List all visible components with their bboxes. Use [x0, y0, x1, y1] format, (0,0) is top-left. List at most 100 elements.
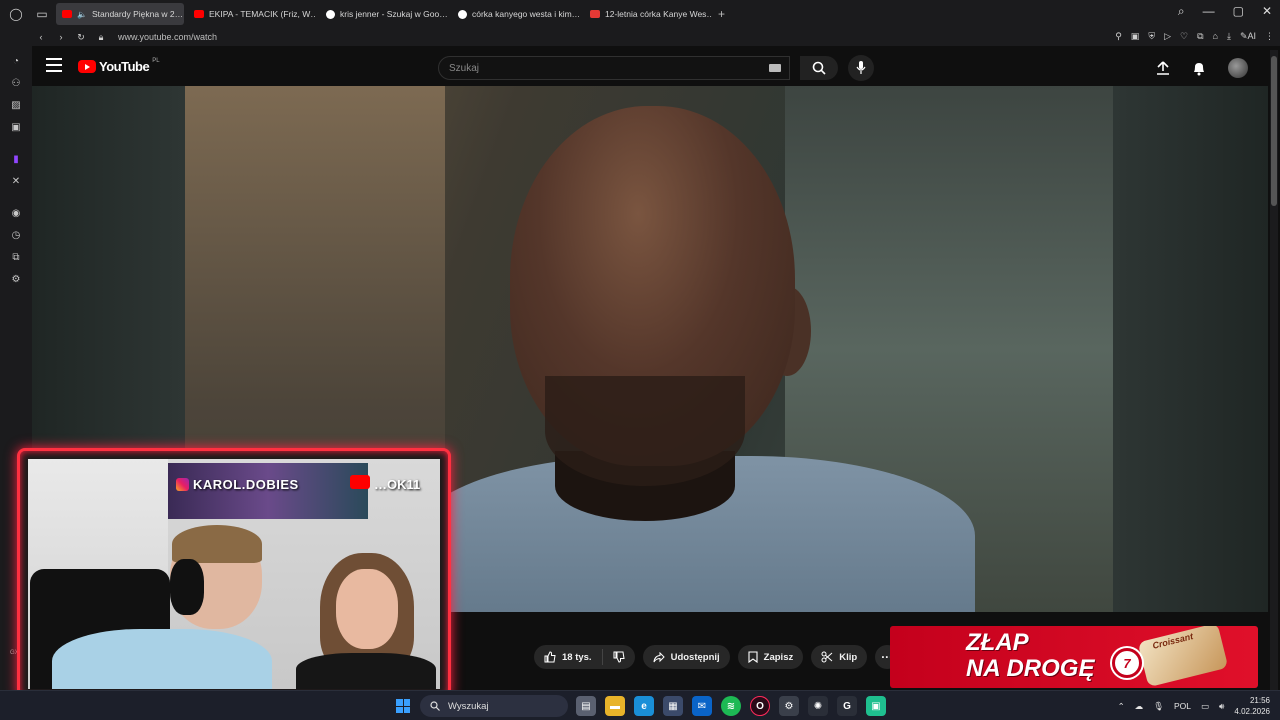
video-actions: 18 tys. Udostępnij Zapisz Klip ··· — [534, 645, 900, 669]
settings-app-icon[interactable]: ⚙ — [779, 696, 799, 716]
streamer-hair — [172, 525, 262, 563]
download-icon[interactable]: ⤓ — [1227, 31, 1231, 42]
windows-start-icon[interactable] — [396, 699, 410, 713]
page-scrollbar[interactable] — [1270, 50, 1278, 690]
taskbar-search[interactable]: Wyszukaj — [420, 695, 568, 717]
instagram-icon — [176, 478, 189, 491]
hamburger-menu-icon[interactable] — [46, 58, 62, 72]
onedrive-icon[interactable]: ☁ — [1135, 701, 1144, 712]
youtube-logo[interactable]: YouTube PL — [78, 58, 160, 74]
aria-ai-button[interactable]: ✎AI — [1240, 31, 1256, 42]
tray-chevron-icon[interactable]: ⌃ — [1118, 701, 1125, 712]
tab-label: córka kanyego westa i kim… — [472, 9, 580, 19]
settings-icon[interactable]: ⚙ — [10, 274, 22, 286]
forward-icon[interactable]: › — [52, 32, 70, 42]
opera-gx-icon[interactable]: O — [750, 696, 770, 716]
streamer-body — [52, 629, 272, 689]
extensions-sidebar-icon[interactable]: ⧉ — [10, 252, 22, 264]
tab-kris-jenner[interactable]: kris jenner - Szukaj w Goo… — [320, 3, 448, 25]
volume-icon[interactable]: 🔊︎ — [1219, 701, 1224, 712]
thumbs-down-icon — [613, 651, 625, 663]
search-button[interactable] — [800, 56, 838, 80]
pin-icon[interactable]: ⚲ — [1115, 31, 1122, 42]
like-dislike-group: 18 tys. — [534, 645, 635, 669]
clock[interactable]: 21:56 4.02.2026 — [1234, 695, 1270, 717]
snapshot-icon[interactable]: ▣ — [1131, 31, 1140, 42]
upload-icon[interactable] — [1156, 61, 1170, 75]
store-icon[interactable]: ▦ — [663, 696, 683, 716]
extensions-icon[interactable]: ⧉ — [1197, 31, 1203, 42]
save-label: Zapisz — [763, 651, 794, 663]
youtube-header: YouTube PL — [32, 46, 1268, 88]
notifications-bell-icon[interactable] — [1192, 61, 1206, 76]
share-icon — [653, 651, 665, 662]
task-view-icon[interactable]: ▤ — [576, 696, 596, 716]
twitch-icon[interactable]: ▮ — [10, 154, 22, 166]
close-button[interactable]: ✕ — [1262, 4, 1272, 19]
wallet-icon[interactable]: ⌂ — [1213, 31, 1218, 42]
mail-icon[interactable]: ✉ — [692, 696, 712, 716]
share-label: Udostępnij — [670, 651, 720, 663]
search-icon — [430, 701, 440, 711]
new-tab-button[interactable]: + — [718, 7, 725, 21]
speaker-icon[interactable]: 🔈 — [77, 10, 87, 19]
tab-standardy[interactable]: 🔈 Standardy Piękna w 2… — [56, 3, 184, 25]
crypto-wallet-icon[interactable]: ▨ — [10, 100, 22, 112]
speed-dial-icon[interactable]: ◔ — [10, 56, 22, 68]
heart-icon[interactable]: ♡ — [1180, 31, 1188, 42]
ad-headline-line1: ZŁAP — [966, 629, 1029, 656]
language-indicator[interactable]: POL — [1174, 701, 1191, 711]
tab-label: Standardy Piękna w 2… — [91, 9, 184, 19]
whatsapp-icon[interactable]: ▣ — [866, 696, 886, 716]
guest-person — [296, 553, 440, 689]
voice-search-button[interactable] — [848, 55, 874, 81]
opera-menu-icon[interactable]: ◯ — [6, 4, 26, 24]
tab-12-letnia[interactable]: 12-letnia córka Kanye Wes… — [584, 3, 712, 25]
browser-menu-icon[interactable]: ⋮ — [1265, 31, 1274, 42]
search-tabs-icon[interactable]: ⌕ — [1178, 4, 1185, 19]
like-button[interactable]: 18 tys. — [534, 645, 602, 669]
ad-banner[interactable]: ZŁAP NA DROGĘ Croissant 7 — [890, 626, 1258, 688]
youtube-mini-icon — [350, 475, 370, 489]
person-beard — [545, 376, 745, 486]
search-box — [438, 56, 790, 80]
back-icon[interactable]: ‹ — [32, 32, 50, 42]
system-tray: ⌃ ☁ 🎙︎ POL ▭ 🔊︎ 21:56 4.02.2026 — [1118, 695, 1270, 717]
clip-button[interactable]: Klip — [811, 645, 868, 669]
url-field[interactable]: www.youtube.com/watch — [118, 32, 217, 42]
messenger-icon[interactable]: ▣ — [10, 122, 22, 134]
keyboard-icon[interactable] — [769, 64, 781, 72]
save-button[interactable]: Zapisz — [737, 645, 804, 669]
window-controls: ⌕ — ▢ ✕ — [1178, 4, 1272, 19]
steelseries-icon[interactable]: ✺ — [808, 696, 828, 716]
header-actions — [1156, 58, 1248, 78]
shield-icon[interactable]: ⛨ — [1148, 31, 1155, 42]
bookmark-icon — [748, 651, 758, 663]
tab-corka-kanyego[interactable]: córka kanyego westa i kim… — [452, 3, 580, 25]
g-hub-icon[interactable]: G — [837, 696, 857, 716]
dislike-button[interactable] — [603, 645, 635, 669]
maximize-button[interactable]: ▢ — [1233, 4, 1244, 19]
spotify-icon[interactable]: ≋ — [721, 696, 741, 716]
tab-ekipa[interactable]: EKIPA - TEMACIK (Friz, W… — [188, 3, 316, 25]
search-input[interactable] — [439, 57, 759, 79]
file-explorer-icon[interactable]: ▬ — [605, 696, 625, 716]
tab-menu-icon[interactable]: ▭ — [32, 4, 52, 24]
ad-7days-logo: 7 — [1112, 648, 1142, 678]
network-icon[interactable]: ▭ — [1201, 701, 1209, 712]
play-icon[interactable]: ▷ — [1164, 31, 1171, 42]
edge-icon[interactable]: e — [634, 696, 654, 716]
x-twitter-icon[interactable]: ✕ — [10, 176, 22, 188]
history-icon[interactable]: ◷ — [10, 230, 22, 242]
browser-tab-bar: ◯ ▭ 🔈 Standardy Piękna w 2… EKIPA - TEMA… — [0, 0, 1280, 28]
lock-icon: 🔒︎ — [98, 31, 104, 42]
scrollbar-thumb[interactable] — [1271, 56, 1277, 206]
minimize-button[interactable]: — — [1203, 4, 1215, 19]
avatar[interactable] — [1228, 58, 1248, 78]
reload-icon[interactable]: ↻ — [72, 32, 90, 43]
microphone-tray-icon[interactable]: 🎙︎ — [1153, 701, 1164, 712]
share-button[interactable]: Udostępnij — [642, 645, 730, 669]
player-icon[interactable]: ◉ — [10, 208, 22, 220]
clip-label: Klip — [839, 651, 858, 663]
bot-icon[interactable]: ⚇ — [10, 78, 22, 90]
